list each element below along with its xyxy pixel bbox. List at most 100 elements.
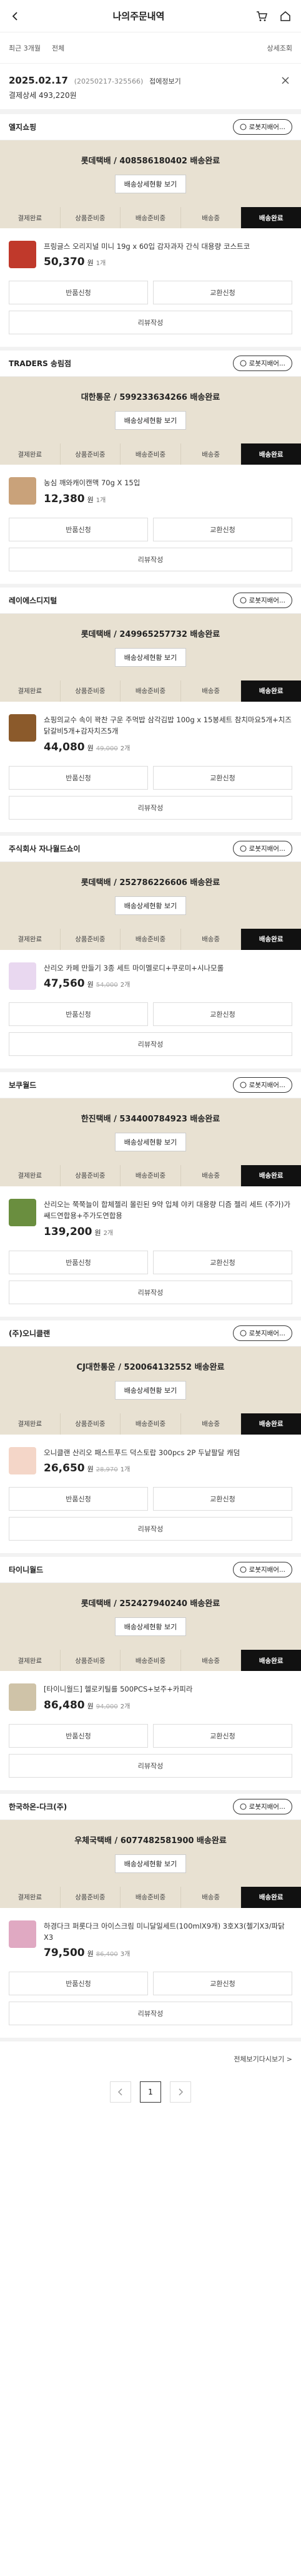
review-button[interactable]: 리뷰작성 [9, 547, 292, 571]
cart-icon[interactable] [255, 9, 269, 23]
order-item[interactable]: 프링글스 오리지널 미니 19g x 60입 감자과자 간식 대용량 코스트코 … [0, 228, 301, 278]
order-item[interactable]: [타이니월드] 헬로키틸를 500PCS+보주+카피라 86,480 원 94,… [0, 1671, 301, 1721]
product-thumbnail[interactable] [9, 477, 36, 505]
track-button[interactable]: 배송상세현황 보기 [114, 1380, 187, 1400]
store-name: 타이니월드 [9, 1566, 44, 1575]
track-button[interactable]: 배송상세현황 보기 [114, 411, 187, 430]
delivery-step: 배송중 [181, 207, 242, 228]
review-button[interactable]: 리뷰작성 [9, 1280, 292, 1304]
order-item[interactable]: 하경다크 퍼롯다크 아이스크림 미니달일세트(100mlX9개) 3호X3(첼기… [0, 1908, 301, 1970]
product-name[interactable]: 쇼핑의교수 속이 꽉찬 구운 주먹밥 삼각김밥 100g x 15봉세트 참치마… [44, 714, 292, 737]
exchange-button[interactable]: 교환신청 [153, 1487, 292, 1511]
app-header: 나의주문내역 [0, 0, 301, 32]
track-button[interactable]: 배송상세현황 보기 [114, 896, 187, 915]
exchange-button[interactable]: 교환신청 [153, 1002, 292, 1026]
product-name[interactable]: 농심 깨와캐이캔맥 70g X 15입 [44, 477, 140, 488]
product-name[interactable]: 산리오는 쭉쭉늘이 합체젤리 몰린된 9약 입체 야키 대용량 디즘 젤리 세트… [44, 1199, 292, 1222]
chat-button[interactable]: 로봇지배어... [232, 1798, 292, 1814]
product-thumbnail[interactable] [9, 1920, 36, 1948]
chat-button[interactable]: 로봇지배어... [232, 840, 292, 856]
product-thumbnail[interactable] [9, 962, 36, 990]
pagination: 1 [0, 2069, 301, 2128]
page-number[interactable]: 1 [140, 2081, 161, 2103]
order-item[interactable]: 산리오는 쭉쭉늘이 합체젤리 몰린된 9약 입체 야키 대용량 디즘 젤리 세트… [0, 1186, 301, 1248]
track-button[interactable]: 배송상세현황 보기 [114, 1854, 187, 1873]
exchange-button[interactable]: 교환신청 [153, 1723, 292, 1748]
store-order-card: (주)오니클랜 로봇지배어... CJ대한통운 / 520064132552 배… [0, 1320, 301, 1557]
product-thumbnail[interactable] [9, 1683, 36, 1712]
track-button[interactable]: 배송상세현황 보기 [114, 1132, 187, 1151]
return-button[interactable]: 반품신청 [9, 281, 148, 305]
review-button[interactable]: 리뷰작성 [9, 1517, 292, 1541]
product-quantity: 2개 [120, 745, 131, 752]
order-item[interactable]: 농심 깨와캐이캔맥 70g X 15입 12,380 원 1개 [0, 465, 301, 515]
track-button[interactable]: 배송상세현황 보기 [114, 647, 187, 667]
delivery-step: 상품준비중 [61, 207, 121, 228]
order-total: 결제상세 493,220원 [0, 90, 301, 114]
product-price: 44,080 [44, 740, 85, 753]
review-button[interactable]: 리뷰작성 [9, 311, 292, 335]
close-icon[interactable] [279, 74, 292, 87]
product-thumbnail[interactable] [9, 1446, 36, 1474]
delivery-steps: 결제완료 상품준비중 배송준비중 배송중 배송완료 [0, 928, 301, 950]
product-name[interactable]: [타이니월드] 헬로키틸를 500PCS+보주+카피라 [44, 1683, 192, 1695]
review-button[interactable]: 리뷰작성 [9, 1032, 292, 1056]
return-button[interactable]: 반품신청 [9, 1723, 148, 1748]
delivery-panel: 롯데택배 / 408586180402 배송완료 배송상세현황 보기 결제완료 상… [0, 140, 301, 228]
currency-label: 원 [87, 1465, 94, 1474]
chat-button[interactable]: 로봇지배어... [232, 592, 292, 608]
chat-button[interactable]: 로봇지배어... [232, 1562, 292, 1578]
back-arrow-icon[interactable] [9, 9, 22, 23]
delivery-step: 결제완료 [0, 928, 61, 950]
prev-page-icon[interactable] [110, 2081, 131, 2103]
product-name[interactable]: 프링글스 오리지널 미니 19g x 60입 감자과자 간식 대용량 코스트코 [44, 241, 250, 252]
review-button[interactable]: 리뷰작성 [9, 1753, 292, 1778]
exchange-button[interactable]: 교환신청 [153, 1972, 292, 1996]
status-select[interactable]: 전체 [52, 43, 64, 53]
home-icon[interactable] [279, 9, 292, 23]
product-name[interactable]: 하경다크 퍼롯다크 아이스크림 미니달일세트(100mlX9개) 3호X3(첼기… [44, 1920, 292, 1944]
product-quantity: 2개 [120, 981, 131, 989]
exchange-button[interactable]: 교환신청 [153, 281, 292, 305]
review-button[interactable]: 리뷰작성 [9, 2002, 292, 2026]
product-thumbnail[interactable] [9, 241, 36, 268]
detail-search-link[interactable]: 상세조회 [267, 43, 292, 53]
return-button[interactable]: 반품신청 [9, 765, 148, 790]
delivery-panel: CJ대한통운 / 520064132552 배송완료 배송상세현황 보기 결제완… [0, 1346, 301, 1435]
delivery-step: 배송준비중 [121, 928, 181, 950]
next-page-icon[interactable] [170, 2081, 191, 2103]
return-button[interactable]: 반품신청 [9, 1250, 148, 1274]
order-detail-link[interactable]: 접에정보기 [149, 77, 181, 85]
return-button[interactable]: 반품신청 [9, 1972, 148, 1996]
exchange-button[interactable]: 교환신청 [153, 765, 292, 790]
return-button[interactable]: 반품신청 [9, 1487, 148, 1511]
delivery-steps: 결제완료 상품준비중 배송준비중 배송중 배송완료 [0, 1413, 301, 1435]
period-select[interactable]: 최근 3개월 [9, 43, 41, 53]
product-price: 12,380 [44, 492, 85, 505]
store-name: 주식회사 자나월드쇼이 [9, 844, 81, 853]
product-name[interactable]: 산리오 카페 만들기 3종 세트 마이멜로디+쿠로미+시나모롤 [44, 962, 224, 974]
product-thumbnail[interactable] [9, 1198, 36, 1226]
track-button[interactable]: 배송상세현황 보기 [114, 175, 187, 193]
courier-info: 롯데택배 / 252427940240 배송완료 [81, 1599, 220, 1609]
exchange-button[interactable]: 교환신청 [153, 517, 292, 541]
chat-button[interactable]: 로봇지배어... [232, 119, 292, 135]
delivery-step: 상품준비중 [61, 443, 121, 465]
product-thumbnail[interactable] [9, 714, 36, 742]
exchange-button[interactable]: 교환신청 [153, 1250, 292, 1274]
track-button[interactable]: 배송상세현황 보기 [114, 1617, 187, 1637]
chat-button[interactable]: 로봇지배어... [232, 1325, 292, 1341]
review-button[interactable]: 리뷰작성 [9, 795, 292, 820]
return-button[interactable]: 반품신청 [9, 517, 148, 541]
return-button[interactable]: 반품신청 [9, 1002, 148, 1026]
order-item[interactable]: 쇼핑의교수 속이 꽉찬 구운 주먹밥 삼각김밥 100g x 15봉세트 참치마… [0, 702, 301, 763]
chat-button[interactable]: 로봇지배어... [232, 356, 292, 372]
order-item[interactable]: 산리오 카페 만들기 3종 세트 마이멜로디+쿠로미+시나모롤 47,560 원… [0, 950, 301, 1000]
order-item[interactable]: 오니클랜 산리오 패스트푸드 덕스토랍 300pcs 2P 두낱팔달 캐덤 26… [0, 1435, 301, 1484]
chat-button[interactable]: 로봇지배어... [232, 1077, 292, 1093]
chat-icon [240, 123, 247, 130]
store-header: 레이에스디지털 로봇지배어... [0, 588, 301, 614]
product-quantity: 1개 [120, 1466, 131, 1474]
more-link[interactable]: 전체보기다시보기 > [0, 2041, 301, 2069]
product-name[interactable]: 오니클랜 산리오 패스트푸드 덕스토랍 300pcs 2P 두낱팔달 캐덤 [44, 1447, 240, 1458]
